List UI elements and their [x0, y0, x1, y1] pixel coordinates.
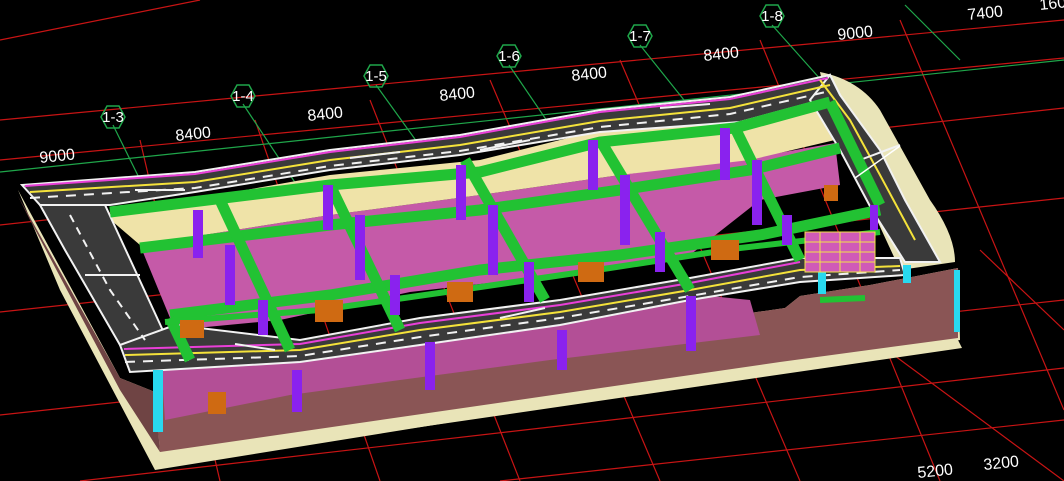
axis-marker-1-3[interactable]: 1-3 — [100, 105, 126, 129]
axis-marker-1-7[interactable]: 1-7 — [627, 24, 653, 48]
column — [720, 128, 730, 180]
column — [752, 160, 762, 225]
column — [425, 342, 435, 390]
column — [225, 245, 235, 305]
stair-grid — [804, 231, 876, 273]
axis-label-text: 1-5 — [365, 68, 387, 85]
column — [870, 205, 878, 230]
column — [782, 215, 792, 245]
axis-label-text: 1-8 — [761, 8, 783, 25]
column — [292, 370, 302, 412]
column — [686, 296, 696, 351]
column — [193, 210, 203, 258]
column — [588, 140, 598, 190]
column — [390, 275, 400, 315]
axis-label-text: 1-3 — [102, 109, 124, 126]
column — [524, 262, 534, 302]
column — [655, 232, 665, 272]
column — [620, 175, 630, 245]
column — [323, 185, 333, 230]
cad-3d-viewport[interactable]: 1-3 1-4 1-5 1-6 1-7 1-8 9000 8400 8400 8… — [0, 0, 1064, 481]
axis-marker-1-8[interactable]: 1-8 — [759, 4, 785, 28]
axis-marker-1-5[interactable]: 1-5 — [363, 64, 389, 88]
axis-marker-1-6[interactable]: 1-6 — [496, 44, 522, 68]
column — [456, 165, 466, 220]
dimension-label: 5200 — [917, 461, 954, 481]
axis-label-text: 1-7 — [629, 28, 651, 45]
column — [557, 330, 567, 370]
column — [355, 215, 365, 280]
axis-label-text: 1-4 — [232, 88, 254, 105]
column — [488, 205, 498, 275]
axis-label-text: 1-6 — [498, 48, 520, 65]
dimension-label: 160 — [1039, 0, 1064, 14]
column — [258, 300, 268, 335]
axis-marker-1-4[interactable]: 1-4 — [230, 84, 256, 108]
